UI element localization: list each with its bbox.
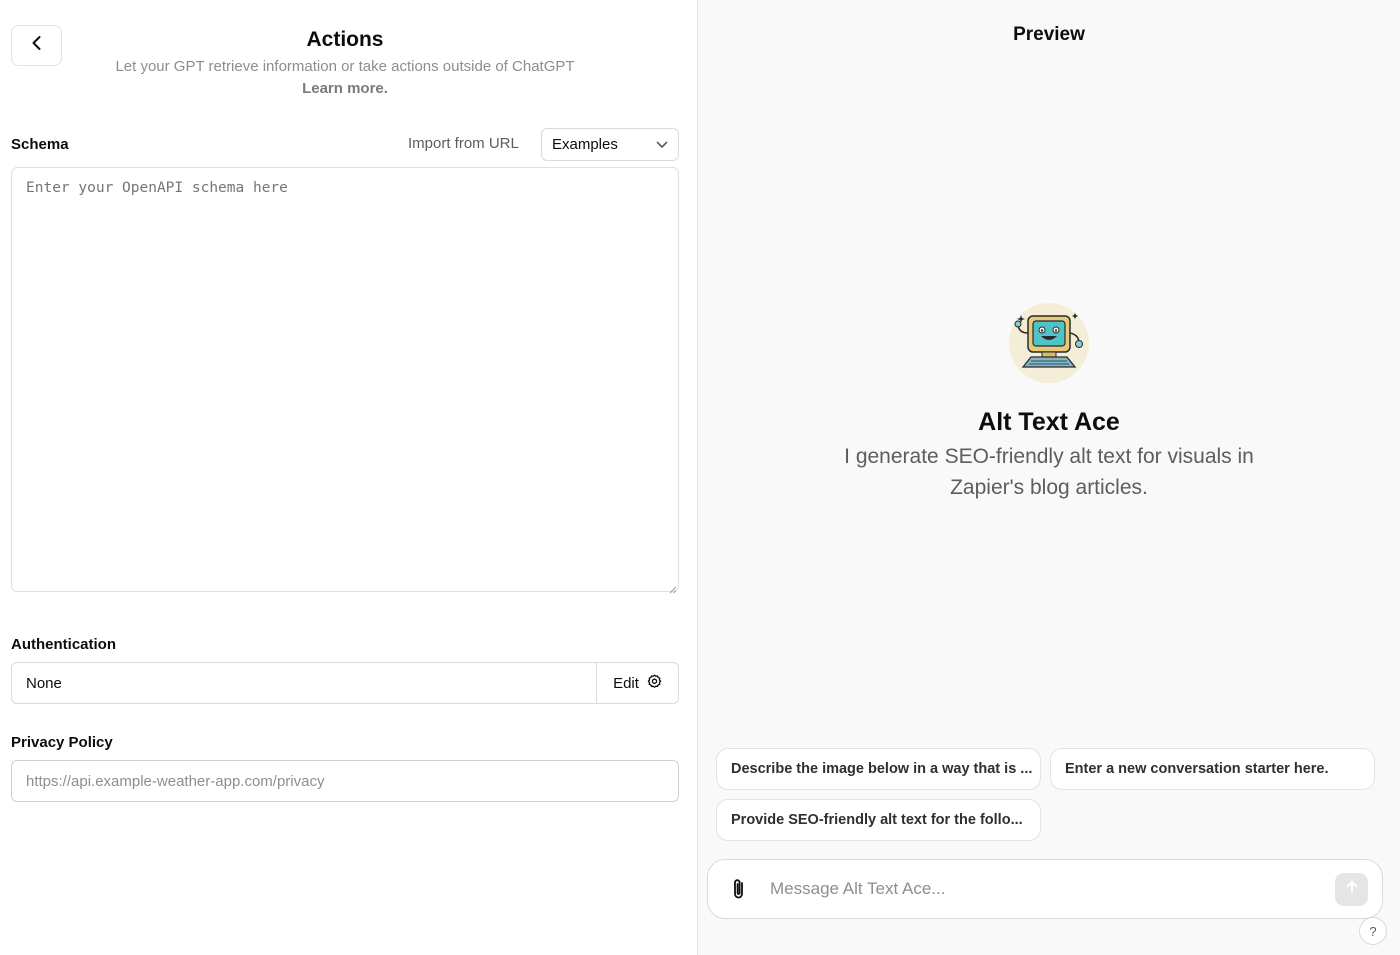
paperclip-icon[interactable] (708, 877, 770, 901)
import-from-url-button[interactable]: Import from URL (408, 135, 519, 152)
page-title: Actions (306, 28, 384, 51)
authentication-edit-button[interactable]: Edit (596, 663, 678, 703)
message-composer (707, 859, 1383, 919)
authentication-field: None Edit (11, 662, 679, 704)
gpt-description: I generate SEO-friendly alt text for vis… (844, 445, 1254, 499)
actions-editor-panel: Actions Let your GPT retrieve informatio… (0, 0, 697, 955)
arrow-up-icon (1344, 879, 1360, 900)
conversation-starter-2[interactable]: Enter a new conversation starter here. (1050, 748, 1375, 790)
preview-title: Preview (1013, 24, 1085, 45)
privacy-policy-label: Privacy Policy (11, 734, 113, 751)
authentication-label: Authentication (11, 636, 116, 653)
schema-label: Schema (11, 136, 69, 153)
authentication-value: None (26, 674, 62, 692)
conversation-starter-1[interactable]: Describe the image below in a way that i… (716, 748, 1041, 790)
help-button[interactable]: ? (1359, 917, 1387, 945)
gpt-avatar (1009, 303, 1089, 383)
message-input[interactable] (770, 879, 1335, 899)
examples-dropdown-label: Examples (552, 136, 618, 153)
resize-handle-icon[interactable] (668, 581, 677, 594)
send-button[interactable] (1335, 872, 1368, 906)
preview-panel: Preview Alt Text Ace I generate SEO-frie… (698, 0, 1400, 955)
examples-dropdown[interactable]: Examples (541, 128, 679, 161)
page-subtitle: Let your GPT retrieve information or tak… (115, 58, 575, 75)
chevron-down-icon (656, 136, 668, 153)
gpt-name: Alt Text Ace (978, 408, 1120, 436)
privacy-policy-input[interactable] (11, 760, 679, 802)
conversation-starter-3[interactable]: Provide SEO-friendly alt text for the fo… (716, 799, 1041, 841)
gear-icon (647, 673, 662, 693)
edit-label: Edit (613, 674, 639, 692)
learn-more-link[interactable]: Learn more. (0, 80, 690, 97)
schema-textarea[interactable] (11, 167, 679, 592)
